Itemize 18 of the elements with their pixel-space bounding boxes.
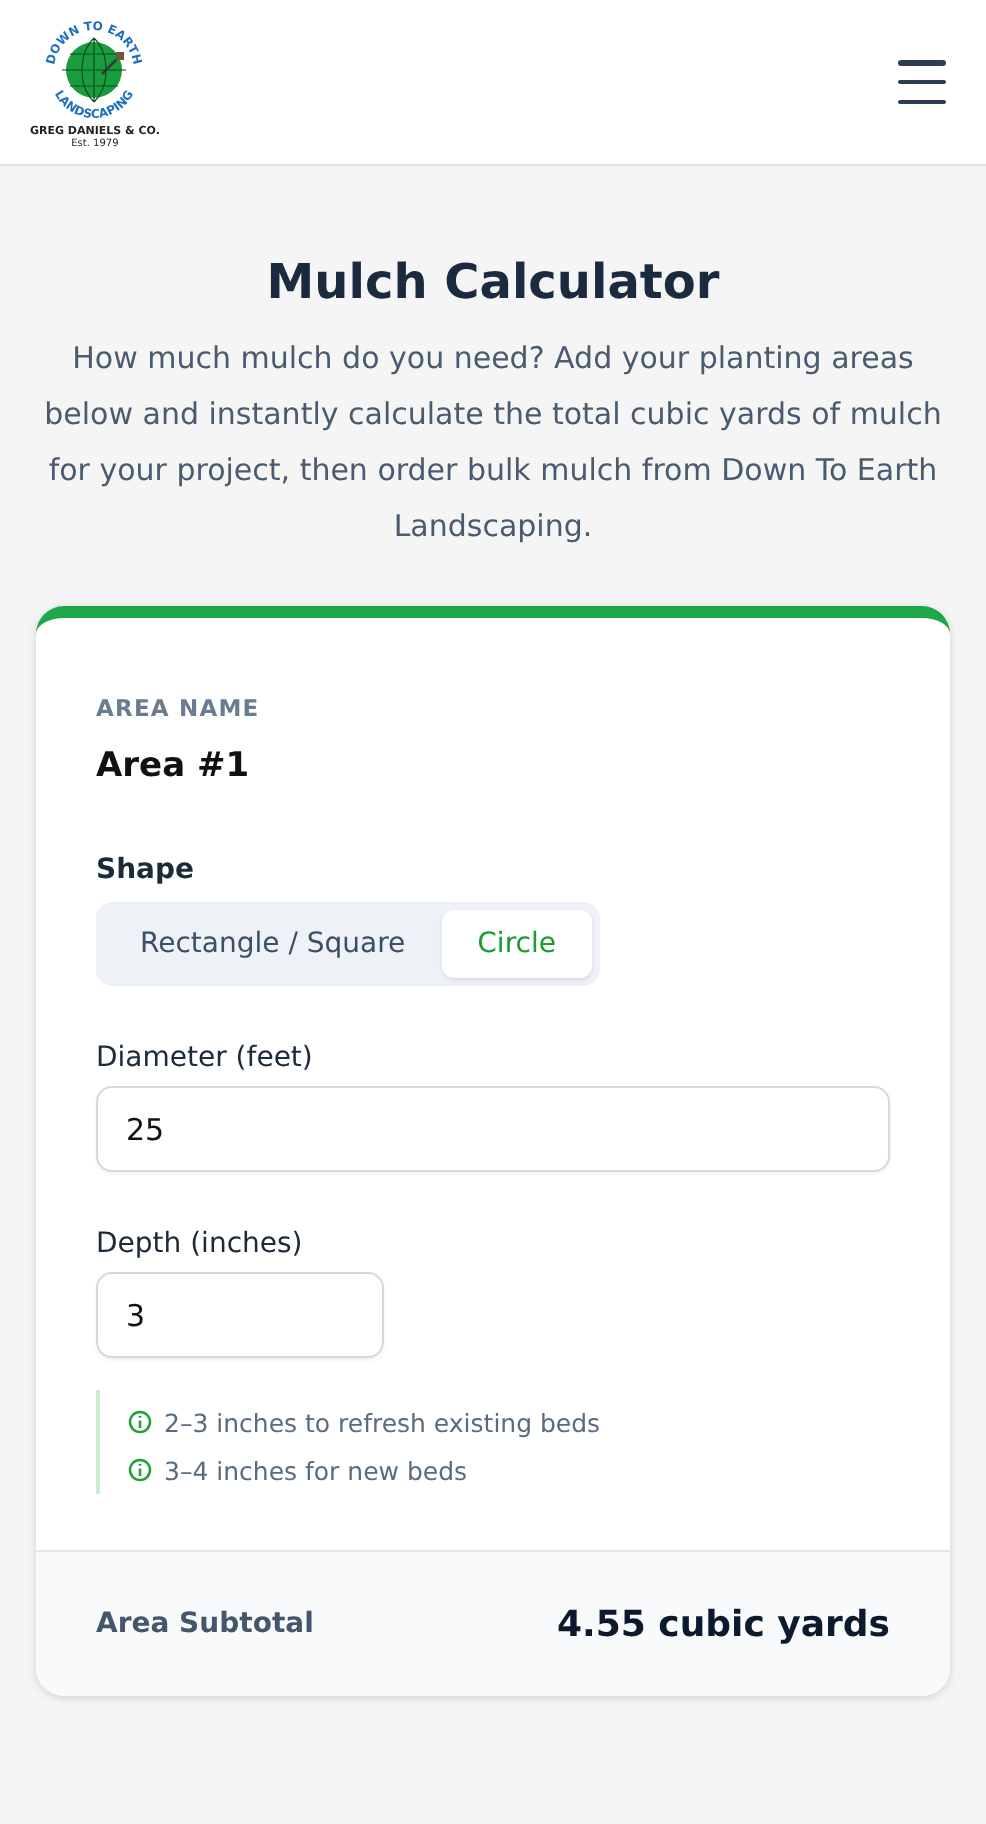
shape-label: Shape <box>96 854 197 886</box>
area-name-label: AREA NAME <box>96 694 262 722</box>
depth-label: Depth (inches) <box>96 1228 305 1260</box>
intro-text: How much mulch do you need? Add your planting areas below and instantly calculate the total cubic yards of mulch for your project, then order bulk mulch from Down To Earth Landscaping. <box>44 338 942 548</box>
shape-option[interactable]: Circle <box>441 910 592 978</box>
depth-tip: 3–4 inches for new beds <box>164 1455 468 1485</box>
diameter-label: Diameter (feet) <box>96 1042 315 1074</box>
info-icon <box>128 1458 152 1482</box>
subtotal-label: Area Subtotal <box>96 1608 314 1640</box>
subtotal-value: 4.55 cubic yards <box>556 1603 890 1645</box>
depth-field[interactable]: 3 <box>96 1272 384 1358</box>
menu-icon[interactable] <box>898 60 946 104</box>
info-icon <box>128 1410 152 1434</box>
area-name: Area #1 <box>96 746 252 786</box>
shape-option[interactable]: Rectangle / Square <box>104 910 442 978</box>
page-title: Mulch Calculator <box>264 254 722 310</box>
diameter-field[interactable]: 25 <box>96 1086 890 1172</box>
depth-tip: 2–3 inches to refresh existing beds <box>164 1407 601 1437</box>
